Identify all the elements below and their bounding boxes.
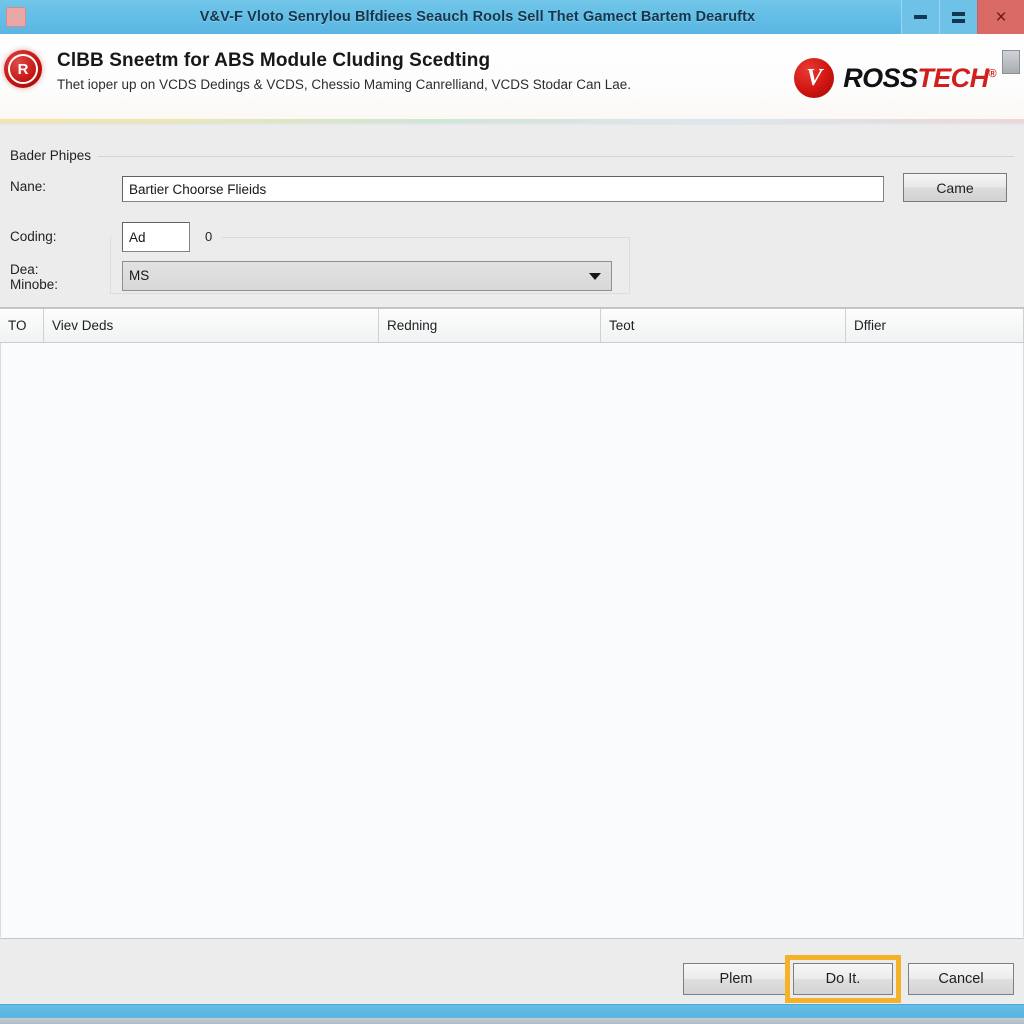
minimize-button[interactable] xyxy=(901,0,939,34)
maximize-icon xyxy=(952,11,965,23)
rosstech-logo-ross: ROSS xyxy=(843,62,918,93)
rosstech-logo-text: ROSSTECH® xyxy=(843,62,996,93)
coding-label: Coding: xyxy=(10,229,57,244)
close-button[interactable]: × xyxy=(977,0,1024,34)
name-label: Nane: xyxy=(10,179,47,194)
minobe-dropdown-value: MS xyxy=(129,268,150,283)
table-header-label: Viev Deds xyxy=(52,318,114,333)
table-header-cell[interactable]: TO xyxy=(0,309,44,342)
registered-trademark-icon: ® xyxy=(988,67,996,80)
table-header-cell[interactable]: Viev Deds xyxy=(44,309,379,342)
table-body[interactable] xyxy=(0,343,1024,937)
page-title: ClBB Sneetm for ABS Module Cluding Scedt… xyxy=(57,50,491,71)
app-icon xyxy=(6,7,26,27)
table-header-label: TO xyxy=(8,318,27,333)
table-header-label: Dffier xyxy=(854,318,887,333)
title-bar: V&V-F Vloto Senrylou Blfdiees Seauch Roo… xyxy=(0,0,1024,35)
rosstech-logo-tech: TECH xyxy=(917,62,989,93)
rosstech-logo-v: V xyxy=(806,65,823,91)
minobe-label: Minobe: xyxy=(10,277,59,292)
status-bar xyxy=(0,1004,1024,1024)
registered-badge-letter: R xyxy=(8,54,38,84)
table-header-cell[interactable]: Teot xyxy=(601,309,846,342)
registered-badge-icon: R xyxy=(4,50,42,88)
help-button[interactable] xyxy=(1002,50,1020,74)
table-header-cell[interactable]: Redning xyxy=(379,309,601,342)
do-it-button[interactable]: Do It. xyxy=(793,963,893,995)
page-subtitle: Thet ioper up on VCDS Dedings & VCDS, Ch… xyxy=(57,77,632,92)
close-icon: × xyxy=(995,6,1007,28)
chevron-down-icon xyxy=(589,273,601,280)
table-header-label: Redning xyxy=(387,318,438,333)
application-window: V&V-F Vloto Senrylou Blfdiees Seauch Roo… xyxy=(0,0,1024,1024)
rosstech-logo-mark-icon: V xyxy=(794,58,835,98)
inner-group-line xyxy=(222,237,630,238)
minobe-dropdown[interactable]: MS xyxy=(122,261,612,291)
name-input[interactable] xyxy=(122,176,884,202)
window-title: V&V-F Vloto Senrylou Blfdiees Seauch Roo… xyxy=(199,9,756,25)
group-box-legend: Bader Phipes xyxy=(10,148,99,163)
came-button[interactable]: Came xyxy=(903,173,1007,202)
cancel-button[interactable]: Cancel xyxy=(908,963,1014,995)
window-controls: × xyxy=(901,0,1024,34)
status-bar-lower xyxy=(0,1018,1024,1024)
plem-button[interactable]: Plem xyxy=(683,963,789,995)
minimize-icon xyxy=(914,15,927,19)
group-box-line xyxy=(10,156,1014,157)
maximize-button[interactable] xyxy=(939,0,977,34)
device-label: Dea: xyxy=(10,262,39,277)
table-header-label: Teot xyxy=(609,318,635,333)
table-header-row: TO Viev Deds Redning Teot Dffier xyxy=(0,309,1024,343)
rosstech-logo: V ROSSTECH® xyxy=(794,58,997,98)
results-table: TO Viev Deds Redning Teot Dffier xyxy=(0,308,1024,938)
table-header-cell[interactable]: Dffier xyxy=(846,309,1024,342)
